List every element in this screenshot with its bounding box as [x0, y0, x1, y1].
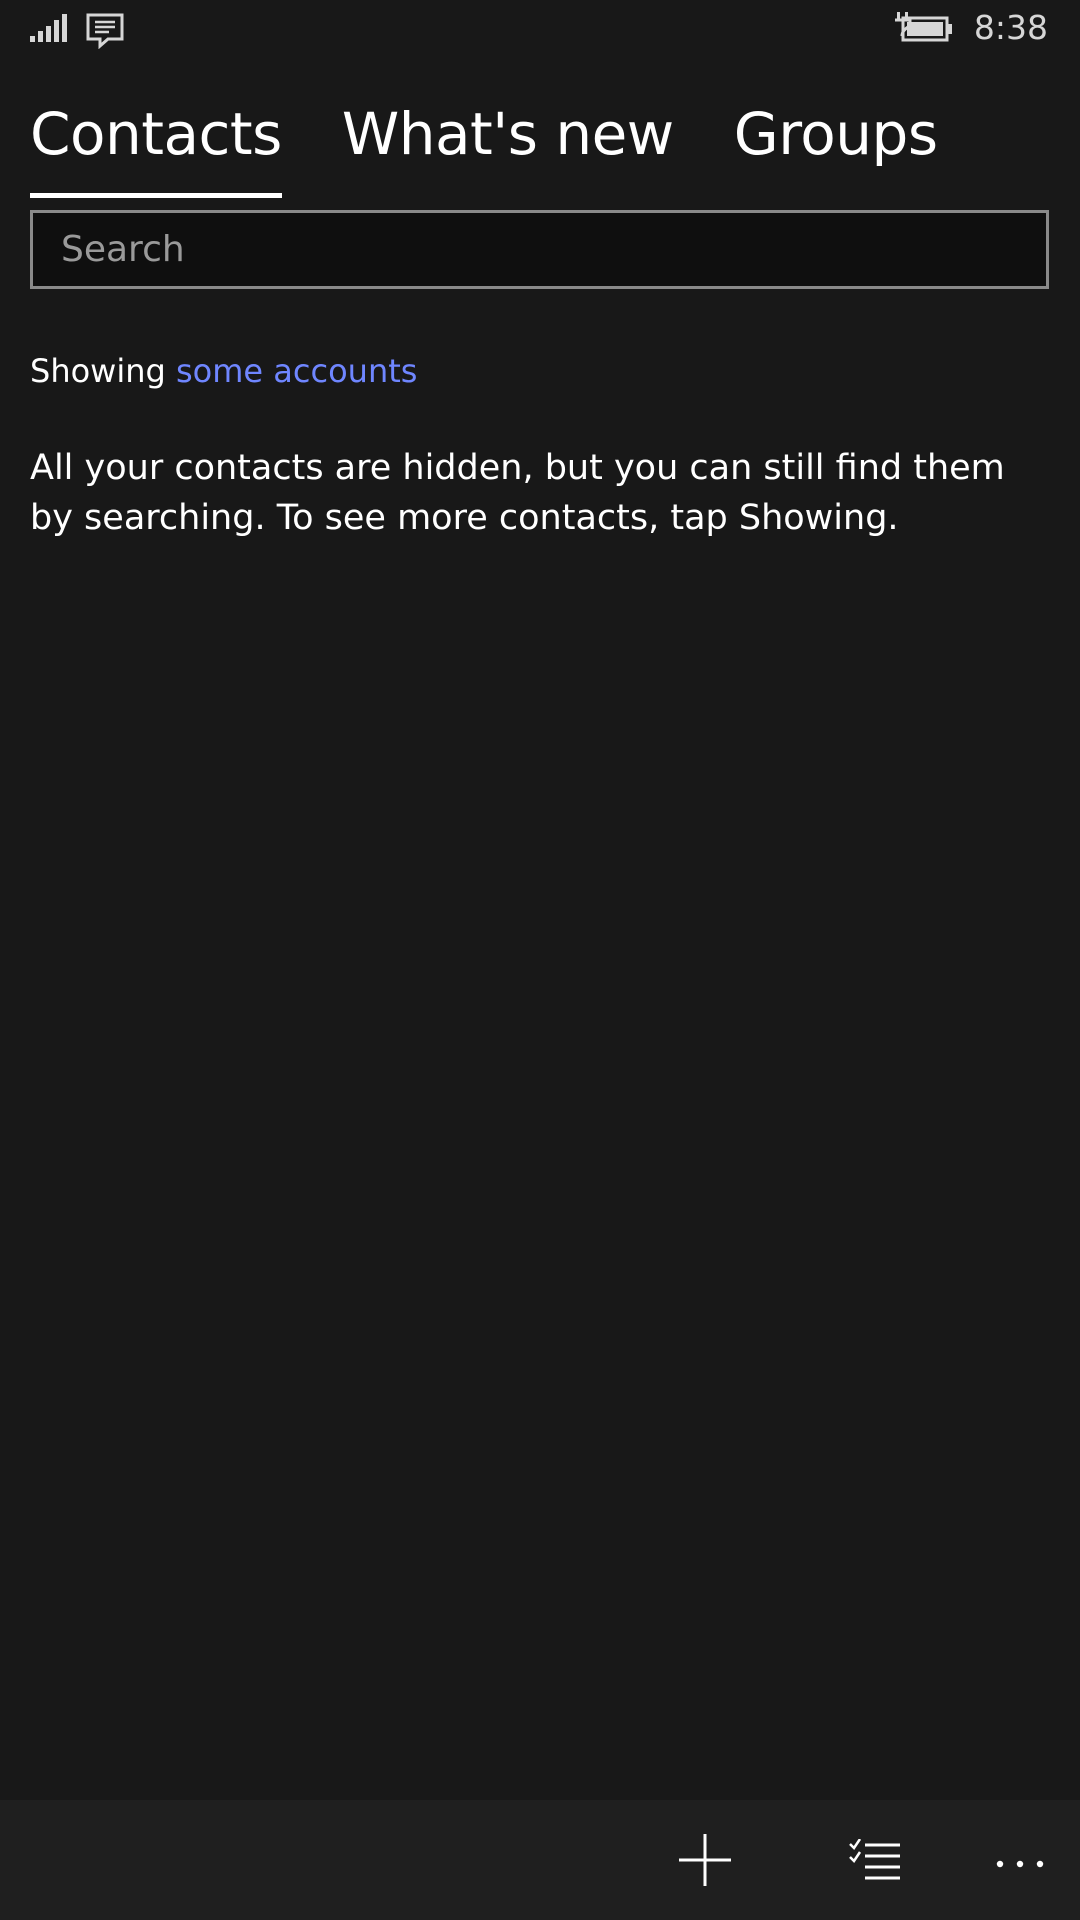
- showing-label: Showing: [30, 352, 166, 390]
- more-icon: [996, 1853, 1044, 1872]
- tab-contacts[interactable]: Contacts: [30, 96, 282, 198]
- battery-charging-icon: [893, 12, 953, 48]
- showing-filter[interactable]: Showing some accounts: [30, 352, 417, 390]
- add-icon: [679, 1834, 731, 1890]
- search-input[interactable]: [30, 210, 1049, 289]
- select-button[interactable]: [835, 1822, 915, 1902]
- signal-icon: [30, 14, 68, 46]
- message-icon: [86, 13, 124, 53]
- tab-groups[interactable]: Groups: [734, 96, 938, 186]
- status-time: 8:38: [973, 8, 1048, 47]
- pivot-header: Contacts What's new Groups: [30, 96, 938, 198]
- more-button[interactable]: [980, 1822, 1060, 1902]
- app-bar: [0, 1800, 1080, 1920]
- hidden-contacts-message: All your contacts are hidden, but you ca…: [30, 448, 1005, 538]
- add-contact-button[interactable]: [665, 1822, 745, 1902]
- tab-whats-new[interactable]: What's new: [342, 96, 674, 186]
- select-list-icon: [849, 1838, 901, 1885]
- status-bar: 8:38: [0, 0, 1080, 60]
- some-accounts-link[interactable]: some accounts: [176, 352, 417, 390]
